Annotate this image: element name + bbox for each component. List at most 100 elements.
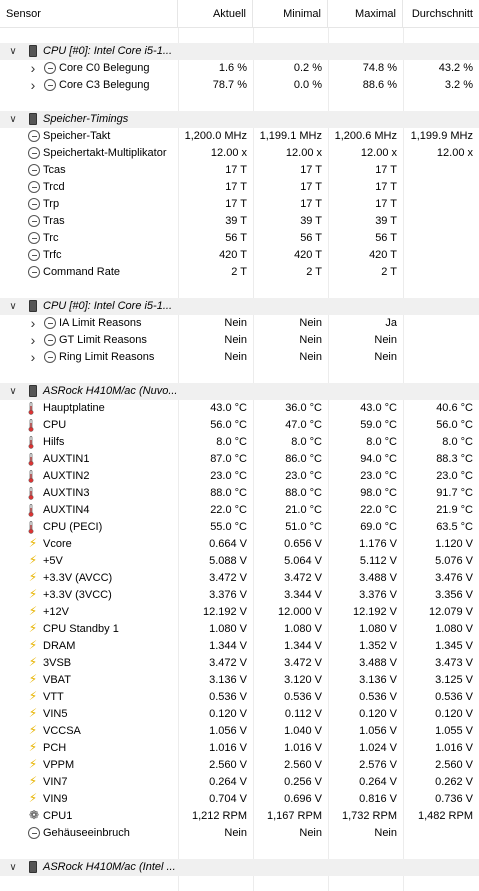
value-maximal: 88.6 %	[362, 79, 397, 91]
value-minimal: 3.344 V	[284, 589, 322, 601]
value-durchschnitt: 3.2 %	[444, 79, 473, 91]
sensor-row[interactable]: Trc 56 T 56 T 56 T	[0, 230, 479, 247]
sensor-row[interactable]: CPU (PECI) 55.0 °C 51.0 °C 69.0 °C 63.5 °C	[0, 519, 479, 536]
sensor-name-cell: ⚡ PCH	[0, 740, 178, 757]
sensor-row[interactable]: AUXTIN1 87.0 °C 86.0 °C 94.0 °C 88.3 °C	[0, 451, 479, 468]
sensor-row[interactable]: ⚡ +3.3V (3VCC) 3.376 V 3.344 V 3.376 V 3.356 …	[0, 587, 479, 604]
value-minimal: 51.0 °C	[285, 521, 322, 533]
value-durchschnitt: 21.9 °C	[436, 504, 473, 516]
chevron-right-icon[interactable]: ›	[28, 349, 38, 366]
column-header-durchschnitt[interactable]: Durchschnitt	[403, 0, 479, 28]
sensor-row[interactable]: CPU 56.0 °C 47.0 °C 59.0 °C 56.0 °C	[0, 417, 479, 434]
value-maximal: 22.0 °C	[360, 504, 397, 516]
sensor-row[interactable]: Hilfs 8.0 °C 8.0 °C 8.0 °C 8.0 °C	[0, 434, 479, 451]
value-minimal: 56 T	[300, 232, 322, 244]
value-durchschnitt: 1,482 RPM	[417, 810, 473, 822]
sensor-label: DRAM	[43, 640, 76, 652]
chevron-down-icon[interactable]: ∨	[8, 383, 18, 400]
sensor-row[interactable]: ⚡ VTT 0.536 V 0.536 V 0.536 V 0.536 V	[0, 689, 479, 706]
sensor-name-cell: Trc	[0, 230, 178, 247]
sensor-row[interactable]: ⚡ VIN5 0.120 V 0.112 V 0.120 V 0.120 V	[0, 706, 479, 723]
value-maximal: 0.120 V	[359, 708, 397, 720]
mainboard-sensors-group-header[interactable]: ∨ ASRock H410M/ac (Nuvo...	[0, 383, 479, 400]
value-minimal: 12.00 x	[285, 147, 322, 159]
value-aktuell: 1.056 V	[209, 725, 247, 737]
chevron-down-icon[interactable]: ∨	[8, 859, 18, 876]
sensor-row[interactable]: Speichertakt-Multiplikator 12.00 x 12.00 x…	[0, 145, 479, 162]
value-aktuell: 2 T	[231, 266, 247, 278]
column-header-sensor[interactable]: Sensor	[0, 0, 178, 28]
group-label: CPU [#0]: Intel Core i5-1...	[43, 300, 172, 312]
value-maximal: 43.0 °C	[360, 402, 397, 414]
sensor-row[interactable]: ⚡ VBAT 3.136 V 3.120 V 3.136 V 3.125 V	[0, 672, 479, 689]
chevron-right-icon[interactable]: ›	[28, 77, 38, 94]
sensor-row[interactable]: Hauptplatine 43.0 °C 36.0 °C 43.0 °C 40.6 °C	[0, 400, 479, 417]
thermometer-icon	[28, 504, 34, 517]
memory-timings-group-header[interactable]: ∨ Speicher-Timings	[0, 111, 479, 128]
chevron-down-icon[interactable]: ∨	[8, 43, 18, 60]
sensor-row[interactable]: › GT Limit Reasons Nein Nein Nein	[0, 332, 479, 349]
sensor-row[interactable]: ⚡ Vcore 0.664 V 0.656 V 1.176 V 1.120 V	[0, 536, 479, 553]
sensor-name-cell: ⚡ +5V	[0, 553, 178, 570]
sensor-row[interactable]: Tcas 17 T 17 T 17 T	[0, 162, 479, 179]
sensor-row[interactable]: ⚡ +5V 5.088 V 5.064 V 5.112 V 5.076 V	[0, 553, 479, 570]
value-durchschnitt: 56.0 °C	[436, 419, 473, 431]
value-aktuell: 0.120 V	[209, 708, 247, 720]
sensor-row[interactable]: › IA Limit Reasons Nein Nein Ja	[0, 315, 479, 332]
sensor-row[interactable]: ⚡ +12V 12.192 V 12.000 V 12.192 V 12.079 V	[0, 604, 479, 621]
sensor-row[interactable]: Command Rate 2 T 2 T 2 T	[0, 264, 479, 281]
sensor-row[interactable]: › Ring Limit Reasons Nein Nein Nein	[0, 349, 479, 366]
value-maximal: 17 T	[375, 181, 397, 193]
sensor-row[interactable]: ⚡ CPU Standby 1 1.080 V 1.080 V 1.080 V 1.080…	[0, 621, 479, 638]
sensor-row[interactable]: ⚡ VIN7 0.264 V 0.256 V 0.264 V 0.262 V	[0, 774, 479, 791]
sensor-row[interactable]: Trfc 420 T 420 T 420 T	[0, 247, 479, 264]
clock-icon	[28, 147, 40, 159]
thermometer-icon	[28, 436, 34, 449]
sensor-row[interactable]: ⚡ 3VSB 3.472 V 3.472 V 3.488 V 3.473 V	[0, 655, 479, 672]
sensor-label: 3VSB	[43, 657, 72, 669]
value-maximal: Nein	[374, 334, 397, 346]
sensor-row[interactable]: AUXTIN2 23.0 °C 23.0 °C 23.0 °C 23.0 °C	[0, 468, 479, 485]
value-minimal: Nein	[299, 351, 322, 363]
sensor-label: AUXTIN2	[43, 470, 90, 482]
sensor-row[interactable]: Trcd 17 T 17 T 17 T	[0, 179, 479, 196]
sensor-row[interactable]: Trp 17 T 17 T 17 T	[0, 196, 479, 213]
chevron-down-icon[interactable]: ∨	[8, 111, 18, 128]
value-maximal: 74.8 %	[362, 62, 397, 74]
cpu-group-header[interactable]: ∨ CPU [#0]: Intel Core i5-1...	[0, 43, 479, 60]
mainboard-intel-group-header[interactable]: ∨ ASRock H410M/ac (Intel ...	[0, 859, 479, 876]
cpu-limits-group-header[interactable]: ∨ CPU [#0]: Intel Core i5-1...	[0, 298, 479, 315]
value-maximal: 8.0 °C	[366, 436, 397, 448]
sensor-label: VPPM	[43, 759, 75, 771]
value-minimal: 1.040 V	[284, 725, 322, 737]
chevron-right-icon[interactable]: ›	[28, 60, 38, 77]
sensor-label: +12V	[43, 606, 69, 618]
sensor-name-cell: ⚡ Vcore	[0, 536, 178, 553]
sensor-row[interactable]: Gehäuseeinbruch Nein Nein Nein	[0, 825, 479, 842]
sensor-row[interactable]: ⚡ VCCSA 1.056 V 1.040 V 1.056 V 1.055 V	[0, 723, 479, 740]
sensor-label: +3.3V (AVCC)	[43, 572, 113, 584]
sensor-row[interactable]: ❁ CPU1 1,212 RPM 1,167 RPM 1,732 RPM 1,482 RP…	[0, 808, 479, 825]
sensor-label: CPU	[43, 419, 67, 431]
sensor-row[interactable]: › Core C3 Belegung 78.7 % 0.0 % 88.6 % 3.2 %	[0, 77, 479, 94]
voltage-bolt-icon: ⚡	[28, 621, 38, 635]
sensor-row[interactable]: AUXTIN3 88.0 °C 88.0 °C 98.0 °C 91.7 °C	[0, 485, 479, 502]
sensor-row[interactable]: Speicher-Takt 1,200.0 MHz 1,199.1 MHz 1,200…	[0, 128, 479, 145]
column-header-aktuell[interactable]: Aktuell	[178, 0, 253, 28]
sensor-row[interactable]: Tras 39 T 39 T 39 T	[0, 213, 479, 230]
value-durchschnitt: 12.00 x	[436, 147, 473, 159]
value-maximal: 12.00 x	[360, 147, 397, 159]
sensor-row[interactable]: ⚡ +3.3V (AVCC) 3.472 V 3.472 V 3.488 V 3.476 …	[0, 570, 479, 587]
column-header-minimal[interactable]: Minimal	[253, 0, 328, 28]
sensor-row[interactable]: ⚡ PCH 1.016 V 1.016 V 1.024 V 1.016 V	[0, 740, 479, 757]
chevron-right-icon[interactable]: ›	[28, 315, 38, 332]
sensor-label: Gehäuseeinbruch	[43, 827, 130, 839]
sensor-row[interactable]: ⚡ DRAM 1.344 V 1.344 V 1.352 V 1.345 V	[0, 638, 479, 655]
sensor-row[interactable]: ⚡ VIN9 0.704 V 0.696 V 0.816 V 0.736 V	[0, 791, 479, 808]
sensor-row[interactable]: ⚡ VPPM 2.560 V 2.560 V 2.576 V 2.560 V	[0, 757, 479, 774]
sensor-row[interactable]: AUXTIN4 22.0 °C 21.0 °C 22.0 °C 21.9 °C	[0, 502, 479, 519]
chevron-right-icon[interactable]: ›	[28, 332, 38, 349]
sensor-row[interactable]: › Core C0 Belegung 1.6 % 0.2 % 74.8 % 43.2 %	[0, 60, 479, 77]
chevron-down-icon[interactable]: ∨	[8, 298, 18, 315]
column-header-maximal[interactable]: Maximal	[328, 0, 403, 28]
